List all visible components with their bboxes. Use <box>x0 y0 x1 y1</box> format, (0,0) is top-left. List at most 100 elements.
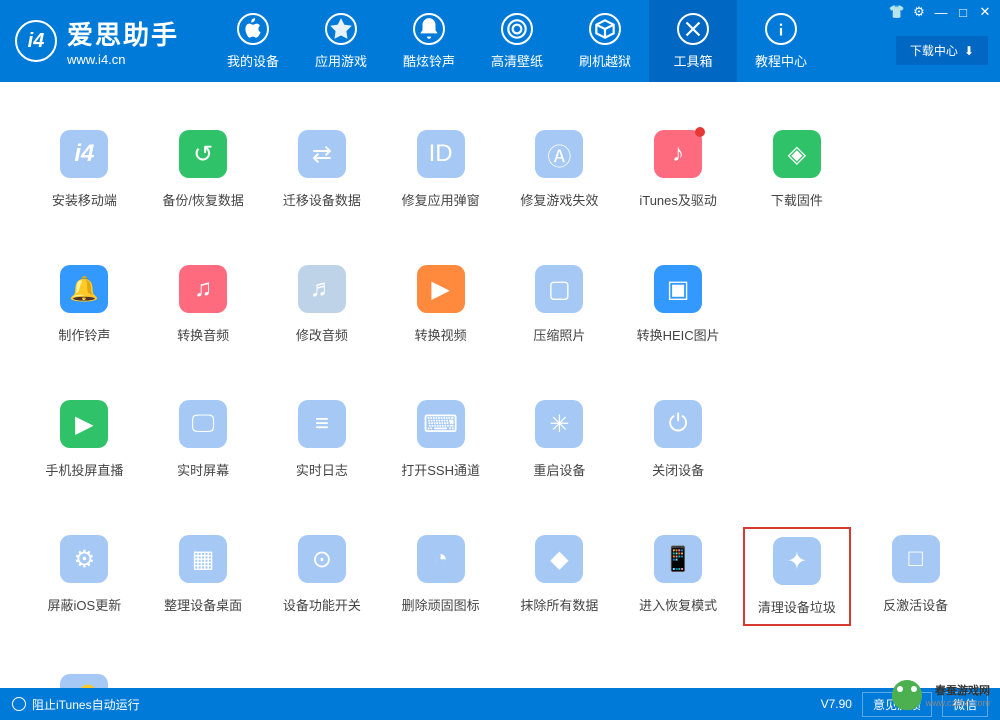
image-icon <box>501 13 533 45</box>
minimize-button[interactable]: — <box>931 3 951 21</box>
content-area: i4安装移动端↺备份/恢复数据⇄迁移设备数据ID修复应用弹窗Ⓐ修复游戏失效♪iT… <box>0 82 1000 688</box>
logo-text: 爱思助手 www.i4.cn <box>67 15 179 67</box>
tool-label: 转换HEIC图片 <box>637 325 720 344</box>
tool-photo[interactable]: ▢压缩照片 <box>505 257 614 352</box>
nav-item-app[interactable]: 应用游戏 <box>297 0 385 82</box>
tools-grid: i4安装移动端↺备份/恢复数据⇄迁移设备数据ID修复应用弹窗Ⓐ修复游戏失效♪iT… <box>30 122 970 688</box>
nav-label: 我的设备 <box>227 51 279 70</box>
tool-audio[interactable]: ♫转换音频 <box>149 257 258 352</box>
tool-appleid[interactable]: ID修复应用弹窗 <box>386 122 495 217</box>
tshirt-icon[interactable]: 👕 <box>887 3 907 21</box>
status-indicator-icon <box>12 697 26 711</box>
tool-transfer[interactable]: ⇄迁移设备数据 <box>268 122 377 217</box>
loading-icon: ✳ <box>535 400 583 448</box>
tool-label: 制作铃声 <box>58 325 110 344</box>
tool-restore[interactable]: ↺备份/恢复数据 <box>149 122 258 217</box>
tool-label: 整理设备桌面 <box>164 595 242 614</box>
ssh-icon: ⌨ <box>417 400 465 448</box>
cube-icon: ◈ <box>773 130 821 178</box>
tool-label: 修改音频 <box>296 325 348 344</box>
tool-label: 压缩照片 <box>533 325 585 344</box>
tool-loading[interactable]: ✳ 重启设备 <box>505 392 614 487</box>
status-text[interactable]: 阻止iTunes自动运行 <box>32 696 140 713</box>
tool-label: 手机投屏直播 <box>45 460 123 479</box>
settings-icon[interactable]: ⚙ <box>909 3 929 21</box>
watermark-english: www.czcbn.com <box>925 698 990 708</box>
tool-label: 转换视频 <box>415 325 467 344</box>
app-url: www.i4.cn <box>67 52 179 67</box>
tool-recovery[interactable]: 📱进入恢复模式 <box>624 527 733 626</box>
tool-clean[interactable]: ✦ 清理设备垃圾 <box>743 527 852 626</box>
tool-power[interactable]: ⏻关闭设备 <box>624 392 733 487</box>
bell-icon <box>413 13 445 45</box>
nav-label: 酷炫铃声 <box>403 51 455 70</box>
tool-key[interactable]: 🔑访问限制 <box>30 666 139 688</box>
nav-item-bell[interactable]: 酷炫铃声 <box>385 0 473 82</box>
tool-label: 清理设备垃圾 <box>758 597 836 616</box>
maximize-button[interactable]: □ <box>953 3 973 21</box>
tool-label: 进入恢复模式 <box>639 595 717 614</box>
tool-erase[interactable]: ◆ 抹除所有数据 <box>505 527 614 626</box>
tool-log[interactable]: ≡ 实时日志 <box>268 392 377 487</box>
tool-pie[interactable]: ◔ 删除顽固图标 <box>386 527 495 626</box>
deactivate-icon: □ <box>892 535 940 583</box>
app-icon <box>325 13 357 45</box>
play-icon: ▶ <box>417 265 465 313</box>
nav-label: 工具箱 <box>674 51 713 70</box>
top-right-area: 👕 ⚙ — □ ✕ 下载中心 ⬇ <box>882 0 1000 65</box>
tool-label: 删除顽固图标 <box>402 595 480 614</box>
tool-cast[interactable]: ▶手机投屏直播 <box>30 392 139 487</box>
download-center-button[interactable]: 下载中心 ⬇ <box>896 36 988 65</box>
nav-label: 教程中心 <box>755 51 807 70</box>
box-icon <box>589 13 621 45</box>
erase-icon: ◆ <box>535 535 583 583</box>
tool-label: 安装移动端 <box>52 190 117 209</box>
tool-monitor[interactable]: 🖵实时屏幕 <box>149 392 258 487</box>
tool-label: 重启设备 <box>533 460 585 479</box>
tool-label: 修复应用弹窗 <box>402 190 480 209</box>
tool-i4[interactable]: i4安装移动端 <box>30 122 139 217</box>
apple-icon <box>237 13 269 45</box>
nav-item-box[interactable]: 刷机越狱 <box>561 0 649 82</box>
tool-gear[interactable]: ⚙屏蔽iOS更新 <box>30 527 139 626</box>
transfer-icon: ⇄ <box>298 130 346 178</box>
clean-icon: ✦ <box>773 537 821 585</box>
tool-label: 实时屏幕 <box>177 460 229 479</box>
key-icon: 🔑 <box>60 674 108 688</box>
tool-appstore[interactable]: Ⓐ修复游戏失效 <box>505 122 614 217</box>
music-icon: ♪ <box>654 130 702 178</box>
logo-area[interactable]: i4 爱思助手 www.i4.cn <box>15 15 179 67</box>
download-icon: ⬇ <box>964 44 974 58</box>
nav-label: 应用游戏 <box>315 51 367 70</box>
tool-cube[interactable]: ◈下载固件 <box>743 122 852 217</box>
badge-dot <box>695 127 705 137</box>
tool-ssh[interactable]: ⌨打开SSH通道 <box>386 392 495 487</box>
tool-label: 反激活设备 <box>883 595 948 614</box>
tool-music[interactable]: ♪iTunes及驱动 <box>624 122 733 217</box>
power-icon: ⏻ <box>654 400 702 448</box>
nav-item-apple[interactable]: 我的设备 <box>209 0 297 82</box>
tool-toggle[interactable]: ⊙设备功能开关 <box>268 527 377 626</box>
tool-bell[interactable]: 🔔 制作铃声 <box>30 257 139 352</box>
close-button[interactable]: ✕ <box>975 3 995 21</box>
tool-label: 抹除所有数据 <box>520 595 598 614</box>
download-center-label: 下载中心 <box>910 42 958 59</box>
nav-item-image[interactable]: 高清壁纸 <box>473 0 561 82</box>
bell-icon: 🔔 <box>60 265 108 313</box>
tool-label: 屏蔽iOS更新 <box>48 595 122 614</box>
version-label: V7.90 <box>821 697 852 711</box>
toggle-icon: ⊙ <box>298 535 346 583</box>
tool-heic[interactable]: ▣转换HEIC图片 <box>624 257 733 352</box>
tool-label: 实时日志 <box>296 460 348 479</box>
audio2-icon: ♬ <box>298 265 346 313</box>
pie-icon: ◔ <box>417 535 465 583</box>
nav-item-info[interactable]: 教程中心 <box>737 0 825 82</box>
tool-grid[interactable]: ▦整理设备桌面 <box>149 527 258 626</box>
tool-label: 修复游戏失效 <box>520 190 598 209</box>
restore-icon: ↺ <box>179 130 227 178</box>
log-icon: ≡ <box>298 400 346 448</box>
tool-play[interactable]: ▶ 转换视频 <box>386 257 495 352</box>
tool-audio2[interactable]: ♬ 修改音频 <box>268 257 377 352</box>
tool-deactivate[interactable]: □ 反激活设备 <box>861 527 970 626</box>
nav-item-tools[interactable]: 工具箱 <box>649 0 737 82</box>
